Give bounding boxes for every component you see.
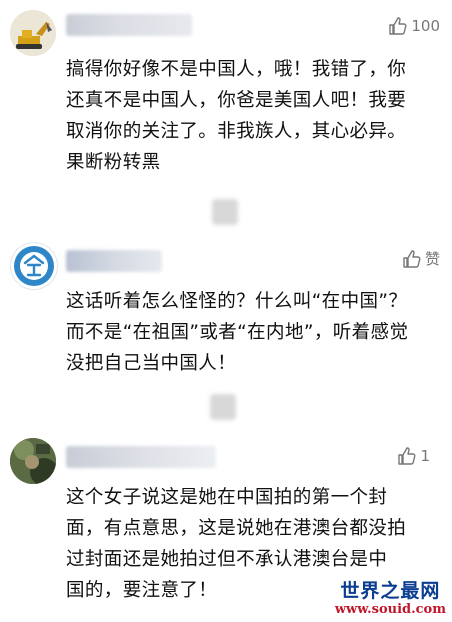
username-blurred[interactable] [66, 250, 162, 272]
site-watermark: 世界之最网 www.souid.com [335, 580, 446, 618]
avatar[interactable] [10, 242, 58, 290]
watermark-title: 世界之最网 [340, 580, 441, 602]
like-label: 赞 [424, 250, 440, 268]
comment-line: 这个女子说这是她在中国拍的第一个封 [66, 487, 388, 508]
like-count: 1 [420, 447, 430, 465]
thumbs-up-icon [398, 447, 416, 465]
like-button[interactable]: 1 [397, 446, 430, 466]
comment-line: 取消你的关注了。非我族人，其心必异。 [66, 121, 407, 142]
comment-line: 而不是“在祖国”或者“在内地”，听着感觉 [66, 322, 409, 343]
photo-avatar-icon [10, 438, 56, 484]
separator-blurred [212, 199, 238, 225]
comment-line: 搞得你好像不是中国人，哦！我错了，你 [66, 59, 407, 80]
avatar[interactable] [10, 10, 56, 56]
gold-badge-avatar-icon [14, 246, 54, 286]
username-blurred[interactable] [66, 14, 192, 36]
comment-line: 没把自己当中国人！ [66, 353, 237, 374]
separator-blurred [210, 394, 236, 420]
comment-line: 果断粉转黑 [66, 152, 161, 173]
comment-line: 面，有点意思，这是说她在港澳台都没拍 [66, 518, 407, 539]
comment-text: 搞得你好像不是中国人，哦！我错了，你 还真不是中国人，你爸是美国人吧！我要 取消… [66, 54, 442, 178]
comment-text: 这话听着怎么怪怪的？什么叫“在中国”？ 而不是“在祖国”或者“在内地”，听着感觉… [66, 286, 442, 379]
excavator-avatar-icon [10, 10, 56, 56]
comment-line: 这话听着怎么怪怪的？什么叫“在中国”？ [66, 291, 408, 312]
username-blurred[interactable] [66, 446, 216, 468]
avatar[interactable] [10, 438, 56, 484]
watermark-url: www.souid.com [334, 602, 446, 617]
thumbs-up-icon [403, 249, 421, 268]
thumbs-up-icon [389, 17, 407, 35]
like-count: 100 [411, 17, 440, 35]
like-button[interactable]: 100 [388, 16, 440, 36]
like-button[interactable]: 赞 [402, 248, 440, 269]
comment-line: 还真不是中国人，你爸是美国人吧！我要 [66, 90, 407, 111]
comment-line: 过封面还是她拍过但不承认港澳台是中 [66, 549, 388, 570]
